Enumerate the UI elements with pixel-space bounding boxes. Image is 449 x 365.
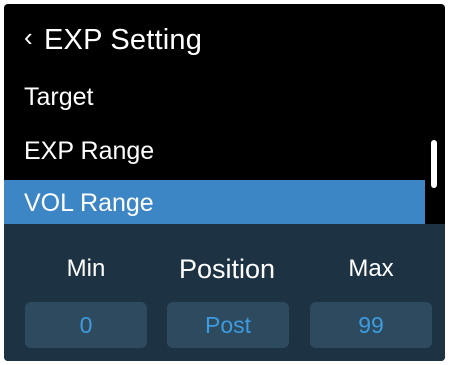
page-title: EXP Setting: [44, 24, 203, 56]
max-value-field[interactable]: 99: [310, 302, 432, 348]
menu-item-target[interactable]: Target: [4, 74, 425, 120]
menu-item-vol-range[interactable]: VOL Range: [4, 180, 425, 226]
max-label: Max: [348, 255, 394, 282]
min-label: Min: [66, 255, 106, 282]
position-label: Position: [178, 254, 276, 284]
device-screen: ‹ EXP Setting Target EXP Range VOL Range…: [4, 4, 445, 361]
menu-item-label: EXP Range: [24, 137, 155, 165]
scrollbar-thumb[interactable]: [431, 140, 437, 188]
back-chevron-icon[interactable]: ‹: [24, 22, 33, 52]
position-value-field[interactable]: Post: [167, 302, 289, 348]
menu-item-label: Target: [24, 83, 94, 111]
menu-item-label: VOL Range: [24, 189, 154, 217]
header: ‹ EXP Setting: [4, 4, 445, 66]
menu-item-exp-range[interactable]: EXP Range: [4, 128, 425, 174]
vol-range-panel: Min Position Max 0 Post 99: [4, 224, 445, 361]
min-value-field[interactable]: 0: [25, 302, 147, 348]
